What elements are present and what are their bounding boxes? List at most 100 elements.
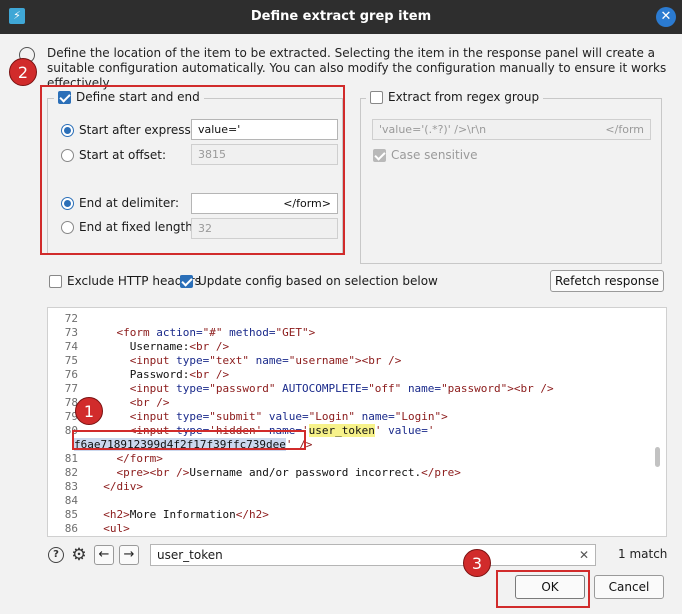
start-after-radio[interactable] [61, 123, 74, 137]
code-segment: ' /> [285, 438, 313, 451]
code-segment: "submit" [209, 410, 263, 423]
search-input[interactable]: user_token ✕ [150, 544, 596, 566]
end-delimiter-input[interactable]: </form> [191, 193, 338, 214]
end-delimiter-option[interactable]: End at delimiter: [61, 196, 179, 210]
start-end-legend[interactable]: Define start and end [54, 90, 204, 104]
start-end-label: Define start and end [76, 90, 200, 104]
regex-checkbox[interactable] [370, 90, 383, 104]
start-offset-option[interactable]: Start at offset: [61, 148, 166, 162]
code-segment: "text" [209, 354, 249, 367]
refetch-response-button[interactable]: Refetch response [550, 270, 664, 292]
code-segment: 'hidden' [209, 424, 263, 437]
code-line: 84 [48, 494, 648, 508]
search-highlight: user_token [308, 424, 375, 437]
help-button[interactable]: ? [47, 545, 65, 565]
code-text: f6ae718912399d4f2f17f39ffc739dee' /> [74, 438, 312, 452]
start-end-checkbox[interactable] [58, 90, 71, 104]
regex-legend[interactable]: Extract from regex group [366, 90, 544, 104]
code-segment: Password: [90, 368, 190, 381]
end-fixed-radio[interactable] [61, 220, 74, 234]
code-text: </div> [90, 480, 143, 494]
code-text: Username:<br /> [90, 340, 229, 354]
code-segment: <input [129, 424, 177, 437]
end-delimiter-value: </form> [283, 197, 331, 210]
code-segment: type= [176, 354, 210, 367]
code-segment: <pre> [116, 466, 150, 479]
close-icon[interactable]: ✕ [656, 7, 676, 27]
code-segment: > [308, 326, 316, 339]
arrow-right-icon: → [119, 545, 139, 565]
line-number: 72 [64, 312, 78, 325]
clear-search-icon[interactable]: ✕ [579, 545, 589, 565]
start-after-input[interactable]: value=' [191, 119, 338, 140]
update-config-option[interactable]: Update config based on selection below [180, 274, 438, 288]
line-number: 87 [48, 536, 78, 537]
cancel-button[interactable]: Cancel [594, 575, 664, 599]
code-segment: More Information [129, 508, 236, 521]
line-number: 85 [64, 508, 78, 521]
code-segment: <h2> [103, 508, 130, 521]
line-number: 74 [64, 340, 78, 353]
code-segment: action= [156, 326, 203, 339]
line-number: 82 [64, 466, 78, 479]
annotation-badge-3: 3 [463, 549, 491, 577]
line-number: 75 [64, 354, 78, 367]
end-delimiter-radio[interactable] [61, 196, 74, 210]
previous-match-button[interactable]: ← [94, 545, 114, 565]
case-sensitive-label: Case sensitive [391, 148, 478, 162]
description-text: Define the location of the item to be ex… [47, 46, 667, 90]
start-offset-input[interactable]: 3815 [191, 144, 338, 165]
code-line: 86 <ul> [48, 522, 648, 536]
annotation-badge-1: 1 [75, 397, 103, 425]
dialog-body: Define the location of the item to be ex… [0, 34, 682, 614]
window-title: Define extract grep item [250, 9, 432, 24]
start-offset-radio[interactable] [61, 148, 74, 162]
code-text: <h2>More Information</h2> [90, 508, 269, 522]
code-segment: </h2> [235, 508, 269, 521]
code-segment: Username: [90, 340, 190, 353]
code-line: 77 <input type="password" AUTOCOMPLETE="… [48, 382, 648, 396]
settings-button[interactable]: ⚙ [69, 545, 89, 565]
case-sensitive-checkbox[interactable] [373, 148, 386, 162]
line-number: 77 [64, 382, 78, 395]
code-text: <input type="submit" value="Login" name=… [90, 410, 448, 424]
update-config-checkbox[interactable] [180, 274, 193, 288]
editor-scrollbar[interactable] [655, 447, 660, 467]
code-segment: "#" [202, 326, 223, 339]
search-value: user_token [157, 548, 223, 562]
next-match-button[interactable]: → [119, 545, 139, 565]
line-number: 83 [64, 480, 78, 493]
end-fixed-value: 32 [198, 222, 212, 235]
code-line: 78 <br /> [48, 396, 648, 410]
code-line: 83 </div> [48, 480, 648, 494]
code-segment: value= [388, 424, 428, 437]
arrow-left-icon: ← [94, 545, 114, 565]
code-segment: <br /> [189, 368, 230, 381]
regex-pattern-input[interactable]: 'value='(.*?)' />\r\n </form [372, 119, 651, 140]
help-icon: ? [48, 547, 64, 563]
code-segment: value= [268, 410, 309, 423]
code-segment: "password" [441, 382, 508, 395]
gear-icon: ⚙ [71, 545, 87, 565]
line-number: 78 [64, 396, 78, 409]
end-fixed-option[interactable]: End at fixed length: [61, 220, 197, 234]
response-editor[interactable]: 72 73 <form action="#" method="GET"> 74 Us… [47, 307, 667, 537]
case-sensitive-option[interactable]: Case sensitive [373, 148, 478, 162]
end-fixed-input[interactable]: 32 [191, 218, 338, 239]
code-segment: type= [176, 410, 210, 423]
line-number: 86 [64, 522, 78, 535]
ok-button[interactable]: OK [515, 575, 585, 599]
code-line: 75 <input type="text" name="username"><b… [48, 354, 648, 368]
exclude-headers-option[interactable]: Exclude HTTP headers [49, 274, 201, 288]
line-number: 81 [64, 452, 78, 465]
exclude-headers-checkbox[interactable] [49, 274, 62, 288]
code-segment: </form> [116, 452, 163, 465]
code-segment: name= [268, 424, 302, 437]
code-segment: <form [116, 326, 157, 339]
